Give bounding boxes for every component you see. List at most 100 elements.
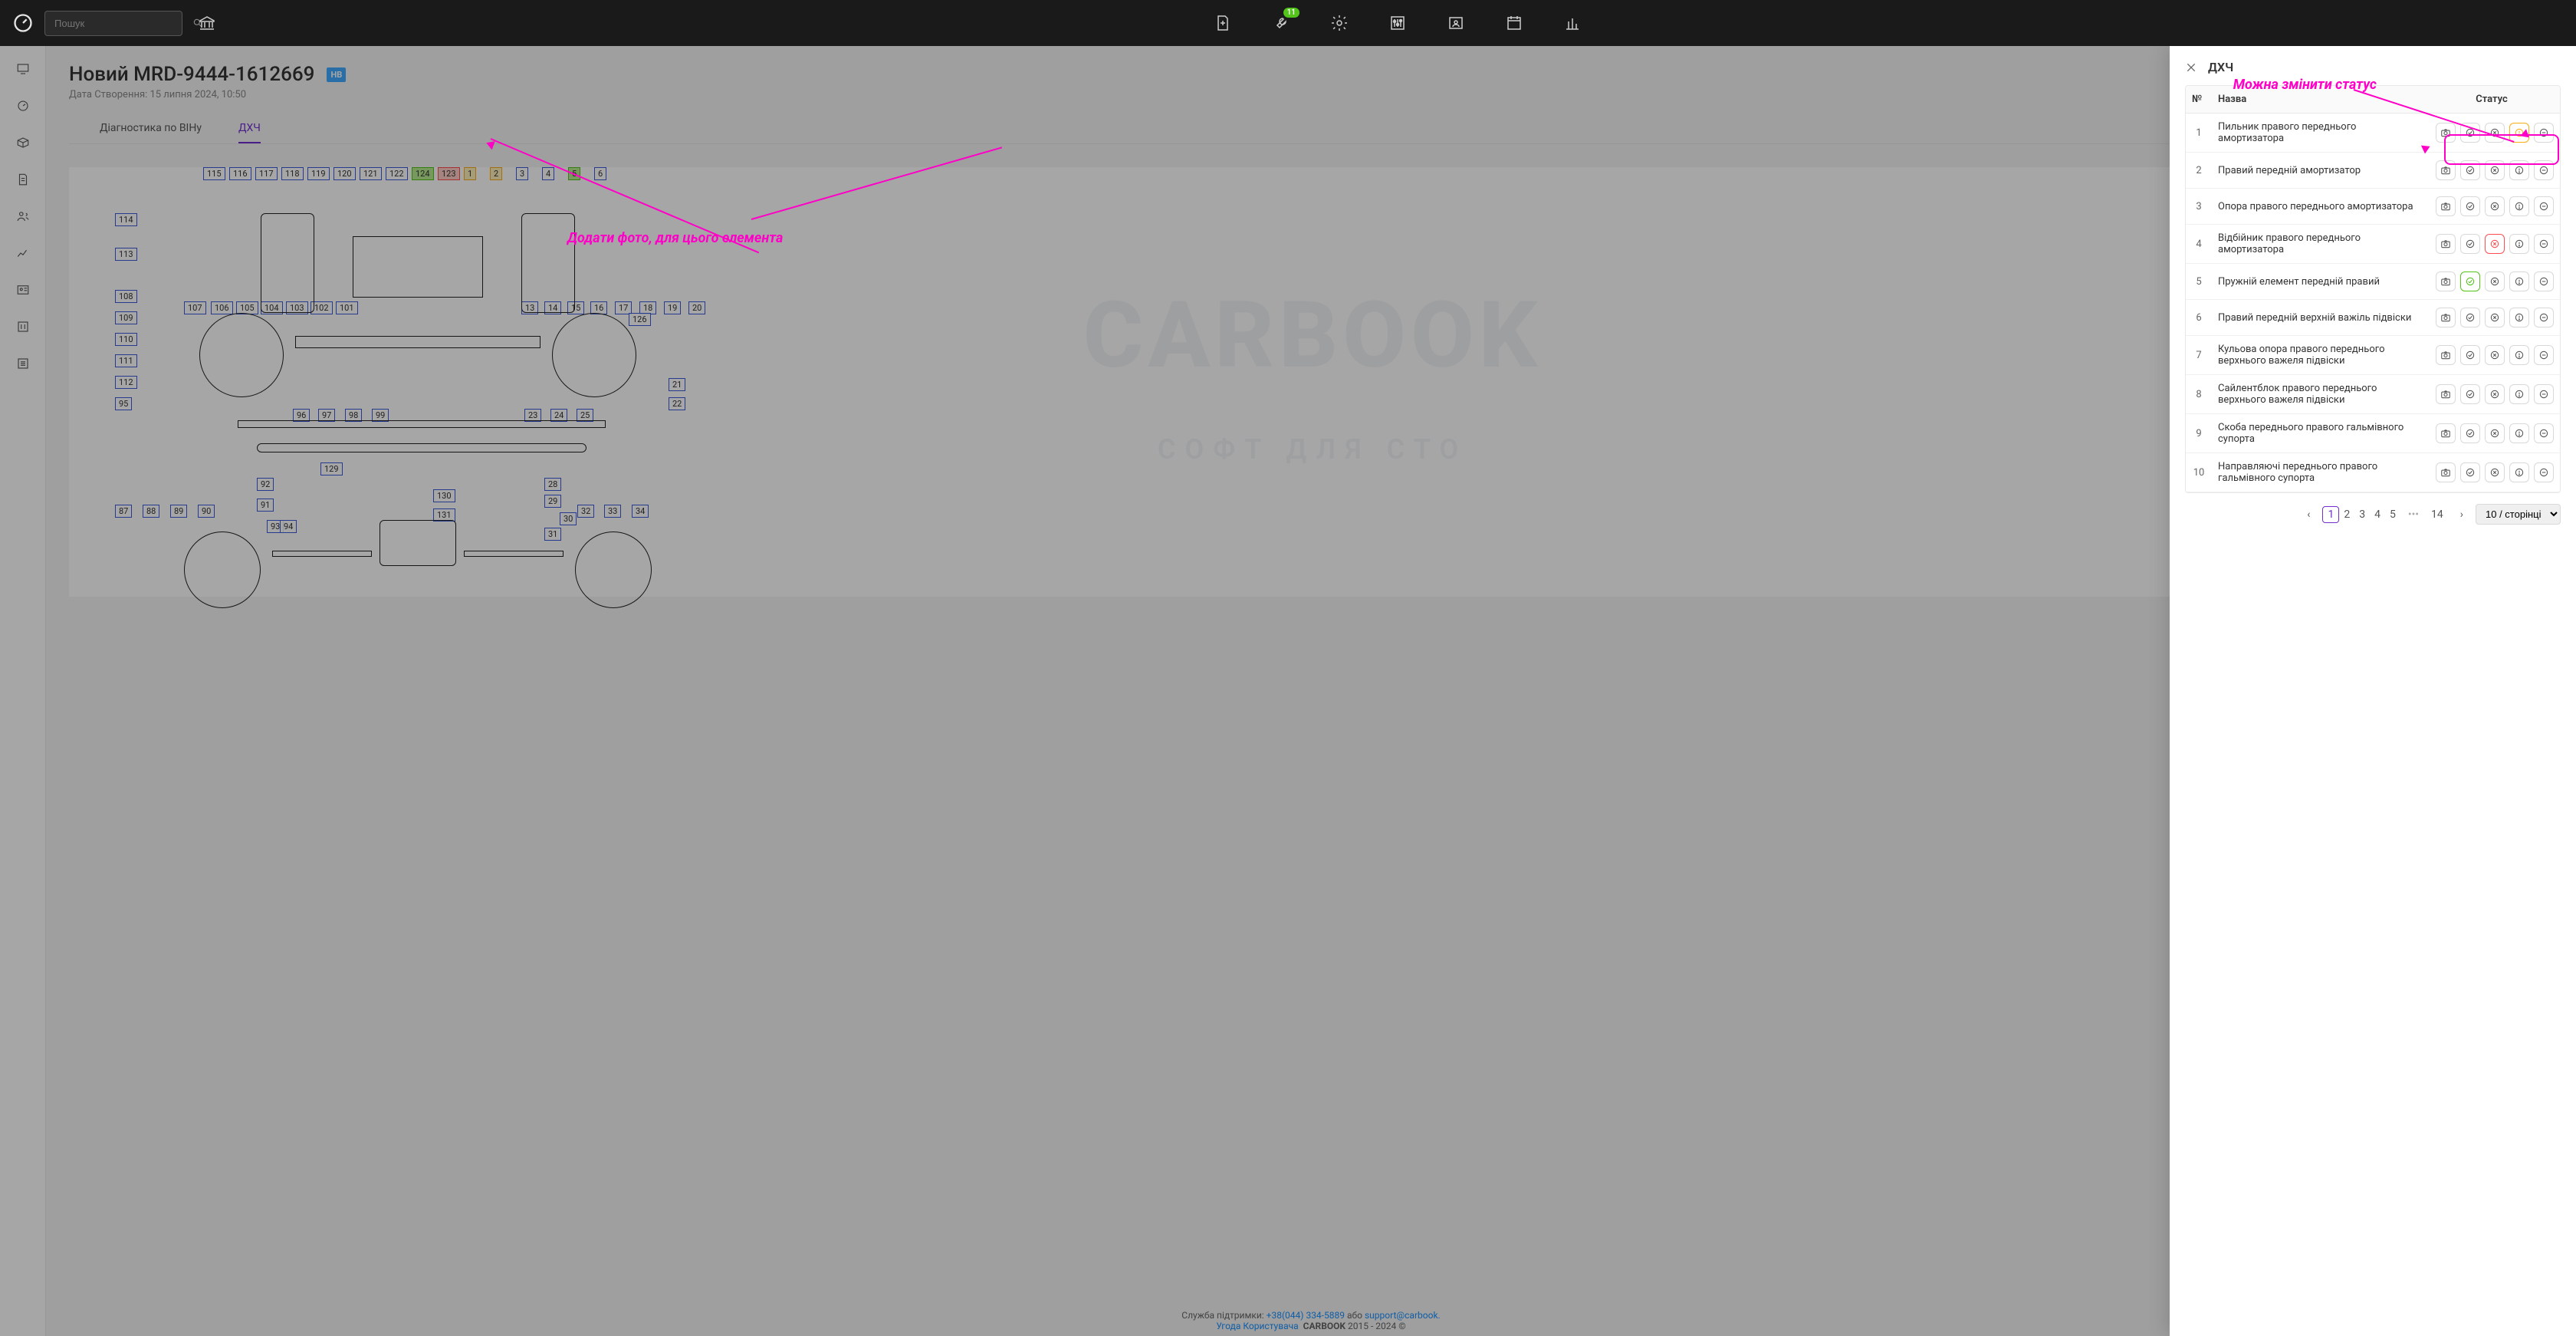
status-na-button[interactable] bbox=[2534, 271, 2554, 291]
status-warn-button[interactable] bbox=[2509, 423, 2529, 443]
status-fail-button[interactable] bbox=[2485, 196, 2505, 216]
status-warn-button[interactable] bbox=[2509, 345, 2529, 365]
status-ok-button[interactable] bbox=[2460, 423, 2480, 443]
page-last[interactable]: 14 bbox=[2426, 507, 2448, 522]
status-warn-button[interactable] bbox=[2509, 160, 2529, 180]
row-name: Кульова опора правого переднього верхньо… bbox=[2212, 336, 2423, 374]
table-row: 5Пружній елемент передній правий bbox=[2186, 264, 2560, 300]
row-number: 6 bbox=[2186, 304, 2212, 331]
table-row: 6Правий передній верхній важіль підвіски bbox=[2186, 300, 2560, 336]
status-na-button[interactable] bbox=[2534, 345, 2554, 365]
settings-gear-icon[interactable] bbox=[1326, 9, 1353, 37]
row-name: Відбійник правого переднього амортизатор… bbox=[2212, 225, 2423, 263]
status-na-button[interactable] bbox=[2534, 123, 2554, 143]
table-row: 4Відбійник правого переднього амортизато… bbox=[2186, 225, 2560, 264]
photo-button[interactable] bbox=[2436, 234, 2456, 254]
contact-icon[interactable] bbox=[1442, 9, 1470, 37]
status-fail-button[interactable] bbox=[2485, 271, 2505, 291]
row-name: Скоба переднього правого гальмівного суп… bbox=[2212, 414, 2423, 452]
annotation-add-photo: Додати фото, для цього елемента bbox=[567, 230, 783, 246]
status-na-button[interactable] bbox=[2534, 462, 2554, 482]
status-warn-button[interactable] bbox=[2509, 196, 2529, 216]
page-5[interactable]: 5 bbox=[2385, 507, 2400, 522]
row-name: Правий передній амортизатор bbox=[2212, 157, 2423, 184]
status-na-button[interactable] bbox=[2534, 196, 2554, 216]
page-size-select[interactable]: 10 / сторінці bbox=[2476, 504, 2561, 525]
photo-button[interactable] bbox=[2436, 462, 2456, 482]
bank-icon[interactable] bbox=[193, 9, 221, 37]
table-row: 2Правий передній амортизатор bbox=[2186, 153, 2560, 189]
table-row: 10Направляючі переднього правого гальмів… bbox=[2186, 453, 2560, 492]
status-fail-button[interactable] bbox=[2485, 423, 2505, 443]
status-warn-button[interactable] bbox=[2509, 271, 2529, 291]
page-3[interactable]: 3 bbox=[2354, 507, 2370, 522]
status-fail-button[interactable] bbox=[2485, 384, 2505, 404]
table-row: 7Кульова опора правого переднього верхнь… bbox=[2186, 336, 2560, 375]
row-number: 4 bbox=[2186, 231, 2212, 258]
status-fail-button[interactable] bbox=[2485, 234, 2505, 254]
status-na-button[interactable] bbox=[2534, 308, 2554, 327]
row-name: Правий передній верхній важіль підвіски bbox=[2212, 304, 2423, 331]
status-warn-button[interactable] bbox=[2509, 234, 2529, 254]
row-name: Опора правого переднього амортизатора bbox=[2212, 193, 2423, 220]
row-number: 7 bbox=[2186, 342, 2212, 369]
table-row: 3Опора правого переднього амортизатора bbox=[2186, 189, 2560, 225]
status-ok-button[interactable] bbox=[2460, 384, 2480, 404]
photo-button[interactable] bbox=[2436, 308, 2456, 327]
row-number: 8 bbox=[2186, 381, 2212, 408]
search-input[interactable] bbox=[51, 13, 192, 34]
status-ok-button[interactable] bbox=[2460, 462, 2480, 482]
parts-table: № Назва Статус 1Пильник правого передньо… bbox=[2185, 85, 2561, 493]
status-na-button[interactable] bbox=[2534, 234, 2554, 254]
photo-button[interactable] bbox=[2436, 160, 2456, 180]
status-fail-button[interactable] bbox=[2485, 308, 2505, 327]
table-row: 9Скоба переднього правого гальмівного су… bbox=[2186, 414, 2560, 453]
col-status: Статус bbox=[2423, 86, 2560, 113]
row-number: 10 bbox=[2186, 459, 2212, 486]
photo-button[interactable] bbox=[2436, 196, 2456, 216]
page-1[interactable]: 1 bbox=[2322, 506, 2339, 523]
row-number: 1 bbox=[2186, 120, 2212, 146]
pagination: ‹ 12345 ••• 14 › 10 / сторінці bbox=[2185, 504, 2561, 525]
status-fail-button[interactable] bbox=[2485, 160, 2505, 180]
wrench-icon[interactable]: 11 bbox=[1267, 9, 1295, 37]
photo-button[interactable] bbox=[2436, 423, 2456, 443]
status-na-button[interactable] bbox=[2534, 160, 2554, 180]
calendar-icon[interactable] bbox=[1500, 9, 1528, 37]
search-box[interactable] bbox=[44, 11, 182, 36]
close-drawer-button[interactable] bbox=[2185, 61, 2197, 74]
status-na-button[interactable] bbox=[2534, 384, 2554, 404]
status-warn-button[interactable] bbox=[2509, 462, 2529, 482]
status-ok-button[interactable] bbox=[2460, 271, 2480, 291]
page-prev[interactable]: ‹ bbox=[2302, 507, 2315, 522]
status-ok-button[interactable] bbox=[2460, 196, 2480, 216]
logo-speedometer-icon[interactable] bbox=[12, 12, 34, 34]
row-name: Пружній елемент передній правий bbox=[2212, 268, 2423, 295]
page-4[interactable]: 4 bbox=[2370, 507, 2385, 522]
page-2[interactable]: 2 bbox=[2339, 507, 2354, 522]
sliders-icon[interactable] bbox=[1384, 9, 1411, 37]
status-warn-button[interactable] bbox=[2509, 308, 2529, 327]
status-ok-button[interactable] bbox=[2460, 345, 2480, 365]
add-document-icon[interactable] bbox=[1209, 9, 1237, 37]
photo-button[interactable] bbox=[2436, 123, 2456, 143]
row-number: 5 bbox=[2186, 268, 2212, 295]
row-name: Пильник правого переднього амортизатора bbox=[2212, 114, 2423, 152]
status-ok-button[interactable] bbox=[2460, 308, 2480, 327]
status-fail-button[interactable] bbox=[2485, 345, 2505, 365]
photo-button[interactable] bbox=[2436, 384, 2456, 404]
status-fail-button[interactable] bbox=[2485, 462, 2505, 482]
row-name: Направляючі переднього правого гальмівно… bbox=[2212, 453, 2423, 492]
status-na-button[interactable] bbox=[2534, 423, 2554, 443]
photo-button[interactable] bbox=[2436, 271, 2456, 291]
table-row: 1Пильник правого переднього амортизатора bbox=[2186, 114, 2560, 153]
page-ellipsis: ••• bbox=[2408, 508, 2419, 521]
chart-icon[interactable] bbox=[1559, 9, 1586, 37]
row-number: 2 bbox=[2186, 157, 2212, 184]
status-warn-button[interactable] bbox=[2509, 384, 2529, 404]
status-ok-button[interactable] bbox=[2460, 234, 2480, 254]
photo-button[interactable] bbox=[2436, 345, 2456, 365]
page-next[interactable]: › bbox=[2456, 507, 2468, 522]
status-ok-button[interactable] bbox=[2460, 160, 2480, 180]
row-name: Сайлентблок правого переднього верхнього… bbox=[2212, 375, 2423, 413]
